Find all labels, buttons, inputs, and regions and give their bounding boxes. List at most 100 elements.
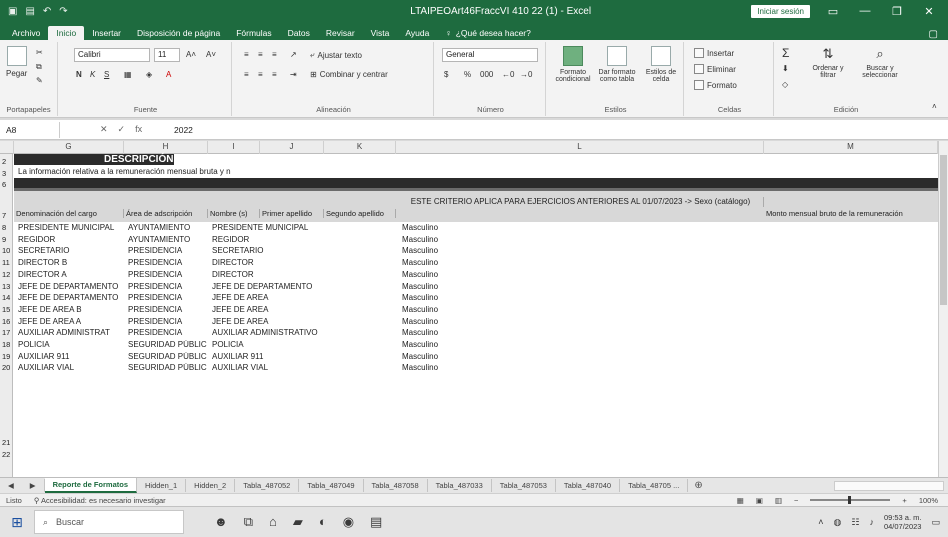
row-number[interactable]: 9 [0, 235, 13, 244]
restore-button[interactable]: ❐ [888, 5, 906, 18]
format-painter-icon[interactable]: ✎ [36, 76, 43, 85]
cell-sexo[interactable]: Masculino [400, 352, 760, 361]
enter-icon[interactable]: ✓ [118, 124, 126, 135]
vertical-scroll-thumb[interactable] [940, 155, 947, 305]
orientation-icon[interactable]: ↗ [290, 50, 297, 59]
cell-cargo[interactable]: REGIDOR [16, 235, 124, 244]
cell-area[interactable]: PRESIDENCIA [126, 270, 208, 279]
decrease-decimal-icon[interactable]: →0 [520, 70, 532, 79]
comment-icon[interactable]: ▢ [929, 29, 938, 40]
cell-area[interactable]: PRESIDENCIA [126, 258, 208, 267]
cell-sexo[interactable]: Masculino [400, 235, 760, 244]
zoom-in-icon[interactable]: + [902, 496, 906, 505]
worksheet-grid[interactable]: G H I J K L M 2 3 6 7 DESCRIPCIÓN La inf… [0, 141, 948, 477]
tab-inicio[interactable]: Inicio [48, 26, 85, 40]
store-icon[interactable]: ⌂ [269, 514, 277, 530]
cancel-icon[interactable]: ✕ [100, 124, 108, 135]
shrink-font-icon[interactable]: A˅ [206, 50, 216, 59]
cell-sexo[interactable]: Masculino [400, 223, 760, 232]
column-header-g[interactable]: G [14, 141, 124, 154]
align-center-icon[interactable]: ≡ [258, 70, 263, 79]
row-number[interactable]: 12 [0, 270, 13, 279]
header-segundo-apellido[interactable]: Segundo apellido [324, 209, 396, 218]
cell-cargo[interactable]: AUXILIAR 911 [16, 352, 124, 361]
tray-app-icon[interactable]: ◍ [834, 517, 842, 528]
cell-area[interactable]: PRESIDENCIA [126, 293, 208, 302]
cell-cargo[interactable]: JEFE DE AREA A [16, 317, 124, 326]
percent-button[interactable]: % [464, 70, 471, 79]
volume-icon[interactable]: ♪ [869, 517, 874, 527]
cell-cargo[interactable]: POLICIA [16, 340, 124, 349]
accessibility-status[interactable]: ⚲ Accesibilidad: es necesario investigar [34, 496, 166, 505]
ribbon-display-icon[interactable]: ▭ [824, 5, 842, 18]
sheet-tab-hidden2[interactable]: Hidden_2 [186, 479, 236, 492]
wrap-text-button[interactable]: ⤶ Ajustar texto [310, 50, 362, 60]
cell-cargo[interactable]: DIRECTOR B [16, 258, 124, 267]
sheet-tab-487053[interactable]: Tabla_487053 [492, 479, 556, 492]
select-all-corner[interactable] [0, 141, 14, 154]
tray-up-icon[interactable]: ˄ [818, 517, 823, 527]
clear-icon[interactable]: ◇ [782, 80, 788, 89]
cell-nombre[interactable]: JEFE DE AREA [210, 317, 396, 326]
cell-area[interactable]: PRESIDENCIA [126, 328, 208, 337]
cell-area[interactable]: PRESIDENCIA [126, 305, 208, 314]
cell-cargo[interactable]: JEFE DE AREA B [16, 305, 124, 314]
cell-sexo[interactable]: Masculino [400, 340, 760, 349]
cell-area[interactable]: PRESIDENCIA [126, 282, 208, 291]
cell-nombre[interactable]: JEFE DE DEPARTAMENTO [210, 282, 396, 291]
header-cargo[interactable]: Denominación del cargo [14, 209, 124, 218]
thousands-button[interactable]: 000 [480, 70, 493, 79]
align-top-icon[interactable]: ≡ [244, 50, 249, 59]
cell-nombre[interactable]: SECRETARIO [210, 246, 396, 255]
edge-icon[interactable]: ◐ [319, 514, 327, 530]
zoom-level[interactable]: 100% [919, 496, 938, 505]
increase-decimal-icon[interactable]: ←0 [502, 70, 514, 79]
collapse-ribbon-icon[interactable]: ˄ [932, 102, 937, 111]
page-layout-icon[interactable]: ▣ [756, 496, 763, 505]
row-number[interactable]: 19 [0, 352, 13, 361]
sheet-tab-more[interactable]: Tabla_48705 ... [620, 479, 689, 492]
header-primer-apellido[interactable]: Primer apellido [260, 209, 324, 218]
cell-sexo[interactable]: Masculino [400, 270, 760, 279]
clock[interactable]: 09:53 a. m. 04/07/2023 [884, 513, 922, 531]
close-button[interactable]: ✕ [920, 5, 938, 18]
tab-insertar[interactable]: Insertar [84, 26, 129, 40]
save-icon[interactable]: ▤ [25, 6, 34, 17]
cell-sexo[interactable]: Masculino [400, 317, 760, 326]
conditional-format-button[interactable]: Formato condicional [554, 46, 592, 83]
notifications-icon[interactable]: ▭ [931, 517, 940, 528]
chrome-icon[interactable]: ◉ [343, 514, 354, 530]
row-number[interactable]: 10 [0, 246, 13, 255]
sheet-nav-next-icon[interactable]: ▶ [22, 479, 45, 492]
font-name-combo[interactable]: Calibri [74, 48, 150, 62]
horizontal-scrollbar[interactable] [834, 480, 944, 491]
cell-area[interactable]: AYUNTAMIENTO [126, 223, 208, 232]
zoom-out-icon[interactable]: − [794, 496, 798, 505]
cell-nombre[interactable]: DIRECTOR [210, 270, 396, 279]
cell-nombre[interactable]: REGIDOR [210, 235, 396, 244]
cell-styles-button[interactable]: Estilos de celda [642, 46, 680, 83]
header-area[interactable]: Área de adscripción [124, 209, 208, 218]
header-sexo[interactable]: ESTE CRITERIO APLICA PARA EJERCICIOS ANT… [396, 197, 764, 207]
borders-icon[interactable]: ▦ [124, 70, 132, 79]
page-break-icon[interactable]: ▥ [775, 496, 782, 505]
column-header-j[interactable]: J [260, 141, 324, 154]
undo-icon[interactable]: ↶ [43, 6, 51, 17]
row-number[interactable]: 16 [0, 317, 13, 326]
taskbar-search[interactable]: ⌕ Buscar [34, 510, 184, 534]
fill-color-icon[interactable]: ◈ [146, 70, 152, 79]
cell-sexo[interactable]: Masculino [400, 246, 760, 255]
row-number[interactable]: 13 [0, 282, 13, 291]
cell-nombre[interactable]: POLICIA [210, 340, 396, 349]
row-number[interactable]: 3 [0, 169, 13, 178]
cell-sexo[interactable]: Masculino [400, 363, 760, 372]
bold-button[interactable]: N [76, 70, 82, 79]
cell-cargo[interactable]: JEFE DE DEPARTAMENTO [16, 282, 124, 291]
cell-sexo[interactable]: Masculino [400, 293, 760, 302]
row-number[interactable]: 20 [0, 363, 13, 372]
zoom-slider[interactable] [810, 496, 891, 504]
row-number[interactable]: 22 [0, 450, 13, 459]
cell-cargo[interactable]: SECRETARIO [16, 246, 124, 255]
grow-font-icon[interactable]: A˄ [186, 50, 196, 59]
autosum-icon[interactable]: Σ [782, 46, 789, 60]
